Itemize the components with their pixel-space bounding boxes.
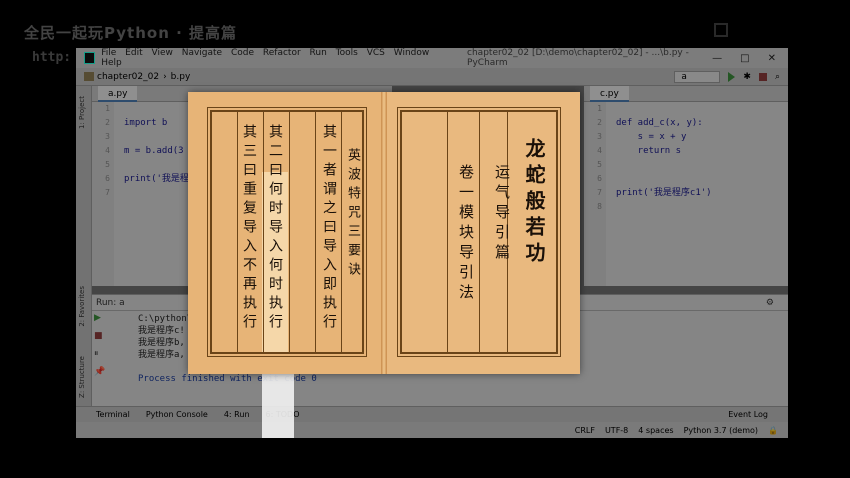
tab-run[interactable]: 4: Run bbox=[224, 410, 250, 419]
breadcrumb-file[interactable]: b.py bbox=[171, 72, 191, 82]
book-illustration: 其一者谓之曰导入即执行 其二曰何时导入何时执行 其三曰重复导入不再执行 英波特咒… bbox=[188, 92, 580, 374]
book-column-1: 其一者谓之曰导入即执行 bbox=[321, 124, 337, 333]
logo-icon bbox=[714, 22, 728, 37]
search-icon[interactable]: ⌕ bbox=[775, 72, 780, 82]
close-icon[interactable]: ✕ bbox=[768, 53, 776, 64]
status-bar: CRLF UTF-8 4 spaces Python 3.7 (demo) 🔒 bbox=[76, 422, 788, 438]
tab-python-console[interactable]: Python Console bbox=[146, 410, 208, 419]
course-url: http: bbox=[32, 50, 72, 65]
folder-icon bbox=[84, 72, 94, 81]
menu-edit[interactable]: Edit bbox=[125, 48, 142, 58]
menu-run[interactable]: Run bbox=[310, 48, 327, 58]
left-tool-strip: 1: Project 2: Favorites Z: Structure bbox=[76, 86, 92, 416]
encoding[interactable]: UTF-8 bbox=[605, 426, 628, 435]
book-chapter: 卷一模块导引法 bbox=[457, 164, 475, 304]
book-column-2: 其二曰何时导入何时执行 bbox=[267, 124, 283, 333]
book-column-3: 其三曰重复导入不再执行 bbox=[241, 124, 257, 333]
interpreter[interactable]: Python 3.7 (demo) bbox=[684, 426, 758, 435]
book-title: 龙蛇般若功 bbox=[522, 138, 546, 268]
stop-icon[interactable] bbox=[758, 72, 767, 81]
settings-icon[interactable]: ⚙ bbox=[766, 295, 774, 311]
menu-code[interactable]: Code bbox=[231, 48, 254, 58]
book-subtitle: 运气导引篇 bbox=[493, 164, 511, 264]
code-area[interactable]: import bm = b.add(3 print('我是程 bbox=[124, 102, 189, 200]
tab-structure[interactable]: Z: Structure bbox=[78, 356, 86, 398]
menu-view[interactable]: View bbox=[151, 48, 172, 58]
minimize-icon[interactable]: — bbox=[712, 53, 722, 64]
lock-icon[interactable]: 🔒 bbox=[768, 426, 778, 435]
menu-vcs[interactable]: VCS bbox=[367, 48, 385, 58]
maximize-icon[interactable]: □ bbox=[740, 53, 749, 64]
menu-help[interactable]: Help bbox=[101, 58, 122, 68]
breadcrumb-project[interactable]: chapter02_02 bbox=[97, 72, 159, 82]
watermark-logo bbox=[714, 22, 824, 40]
book-column-heading: 英波特咒三要诀 bbox=[345, 148, 360, 281]
menu-refactor[interactable]: Refactor bbox=[263, 48, 301, 58]
line-numbers: 12345678 bbox=[584, 102, 606, 286]
menu-navigate[interactable]: Navigate bbox=[182, 48, 222, 58]
event-log[interactable]: Event Log bbox=[728, 410, 768, 419]
run-label: Run: bbox=[96, 298, 117, 308]
window-path: chapter02_02 [D:\demo\chapter02_02] - ..… bbox=[467, 48, 689, 68]
pin-icon[interactable]: 📌 bbox=[94, 367, 134, 385]
menu-bar: File Edit View Navigate Code Refactor Ru… bbox=[101, 48, 437, 68]
code-area[interactable]: def add_c(x, y): s = x + y return s print… bbox=[616, 102, 712, 214]
menu-tools[interactable]: Tools bbox=[336, 48, 358, 58]
tab-c-py[interactable]: c.py bbox=[590, 86, 629, 102]
right-page-frame: 龙蛇般若功 运气导引篇 卷一模块导引法 bbox=[397, 107, 561, 357]
title-bar: File Edit View Navigate Code Refactor Ru… bbox=[76, 48, 788, 68]
tool-window-bar: Terminal Python Console 4: Run 6: TODO E… bbox=[76, 406, 788, 422]
tab-a-py[interactable]: a.py bbox=[98, 86, 138, 102]
debug-icon[interactable]: ✱ bbox=[743, 72, 751, 82]
pycharm-logo-icon bbox=[84, 52, 96, 64]
indent[interactable]: 4 spaces bbox=[638, 426, 673, 435]
tab-project[interactable]: 1: Project bbox=[78, 96, 86, 129]
editor-right[interactable]: c.py 12345678 def add_c(x, y): s = x + y… bbox=[584, 86, 788, 286]
pause-icon[interactable]: ⏸ bbox=[94, 349, 134, 367]
run-icon[interactable] bbox=[728, 71, 736, 82]
tab-favorites[interactable]: 2: Favorites bbox=[78, 286, 86, 327]
book-spine bbox=[381, 92, 387, 374]
navigation-bar: chapter02_02 › b.py a ✱ ⌕ bbox=[76, 68, 788, 86]
tab-terminal[interactable]: Terminal bbox=[96, 410, 130, 419]
menu-window[interactable]: Window bbox=[394, 48, 430, 58]
rerun-icon[interactable]: ▶ bbox=[94, 313, 134, 331]
line-separator[interactable]: CRLF bbox=[575, 426, 595, 435]
stop-run-icon[interactable]: ■ bbox=[94, 331, 134, 349]
run-config-select[interactable]: a bbox=[674, 70, 721, 83]
run-tab[interactable]: a bbox=[119, 298, 125, 308]
line-numbers: 1234567 bbox=[92, 102, 114, 286]
left-page-frame: 其一者谓之曰导入即执行 其二曰何时导入何时执行 其三曰重复导入不再执行 英波特咒… bbox=[207, 107, 367, 357]
menu-file[interactable]: File bbox=[101, 48, 116, 58]
course-title: 全民一起玩Python · 提高篇 bbox=[24, 24, 238, 42]
